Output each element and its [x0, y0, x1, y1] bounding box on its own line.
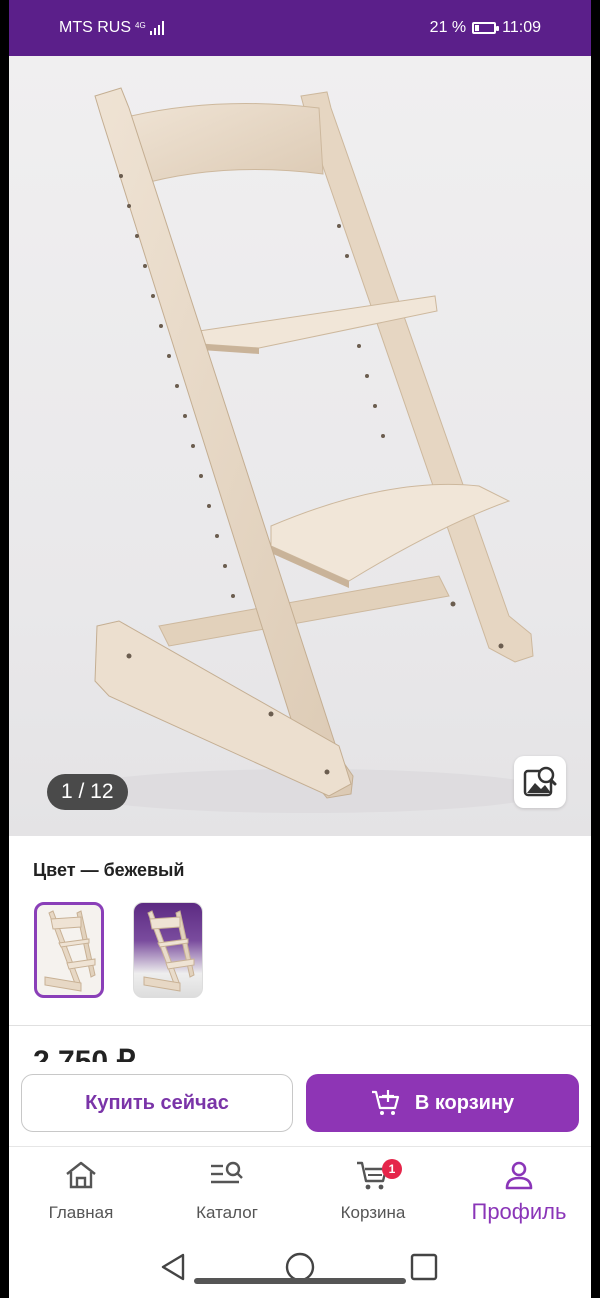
catalog-search-icon: [211, 1161, 243, 1184]
add-to-cart-label: В корзину: [414, 1091, 515, 1114]
price-text: 2 750 ₽: [33, 1048, 333, 1062]
image-search-icon: [523, 766, 557, 797]
tab-home-label: Главная: [48, 1203, 114, 1222]
purchase-action-bar: Купить сейчас В корзину: [9, 1062, 591, 1144]
tab-cart-label: Корзина: [340, 1203, 406, 1222]
network-type: 4G: [135, 21, 146, 30]
system-nav-bar: [9, 1236, 591, 1298]
chair-photo: [69, 87, 549, 813]
add-to-cart-button[interactable]: В корзину: [306, 1074, 579, 1132]
recent-apps-icon[interactable]: [410, 1253, 438, 1281]
chair-thumbnail-purple: [143, 910, 195, 992]
back-icon[interactable]: [159, 1252, 189, 1282]
bottom-tab-bar: Главная Каталог 1 Корзина Профиль: [9, 1146, 591, 1237]
color-label: Цвет — бежевый: [33, 860, 185, 880]
buy-now-button[interactable]: Купить сейчас: [21, 1074, 293, 1132]
home-icon: [66, 1161, 96, 1189]
cart-plus-icon: [371, 1090, 399, 1115]
status-left: MTS RUS 4G: [59, 19, 164, 37]
battery-icon: [472, 22, 500, 34]
cart-badge: 1: [382, 1159, 402, 1179]
color-option-beige[interactable]: [34, 902, 104, 998]
signal-icon: [149, 21, 164, 35]
carrier-label: MTS RUS: [59, 19, 131, 36]
tab-catalog-label: Каталог: [196, 1203, 258, 1222]
tab-catalog[interactable]: Каталог: [167, 1147, 287, 1237]
tab-cart[interactable]: 1 Корзина: [313, 1147, 433, 1237]
profile-icon: [505, 1161, 533, 1190]
product-image-gallery[interactable]: 1 / 12: [9, 56, 591, 836]
tab-profile-label: Профиль: [471, 1199, 567, 1224]
status-right: 21 % 11:09: [430, 19, 541, 37]
tab-profile[interactable]: Профиль: [459, 1147, 579, 1237]
price-peek: 2 750 ₽: [33, 1048, 333, 1062]
gesture-handle[interactable]: [194, 1278, 406, 1284]
chair-thumbnail: [44, 910, 96, 992]
color-option-beige-alt[interactable]: [133, 902, 203, 998]
section-divider: [9, 1025, 591, 1026]
tab-home[interactable]: Главная: [21, 1147, 141, 1237]
battery-percent: 21 %: [429, 19, 467, 36]
screen: MTS RUS 4G 21 % 11:09 1 / 12 Цвет — беже…: [9, 0, 591, 1298]
image-search-button[interactable]: [514, 756, 566, 808]
status-bar: MTS RUS 4G 21 % 11:09: [9, 0, 591, 56]
buy-now-label: Купить сейчас: [85, 1091, 229, 1114]
image-counter: 1 / 12: [47, 774, 128, 810]
clock: 11:09: [502, 19, 541, 36]
